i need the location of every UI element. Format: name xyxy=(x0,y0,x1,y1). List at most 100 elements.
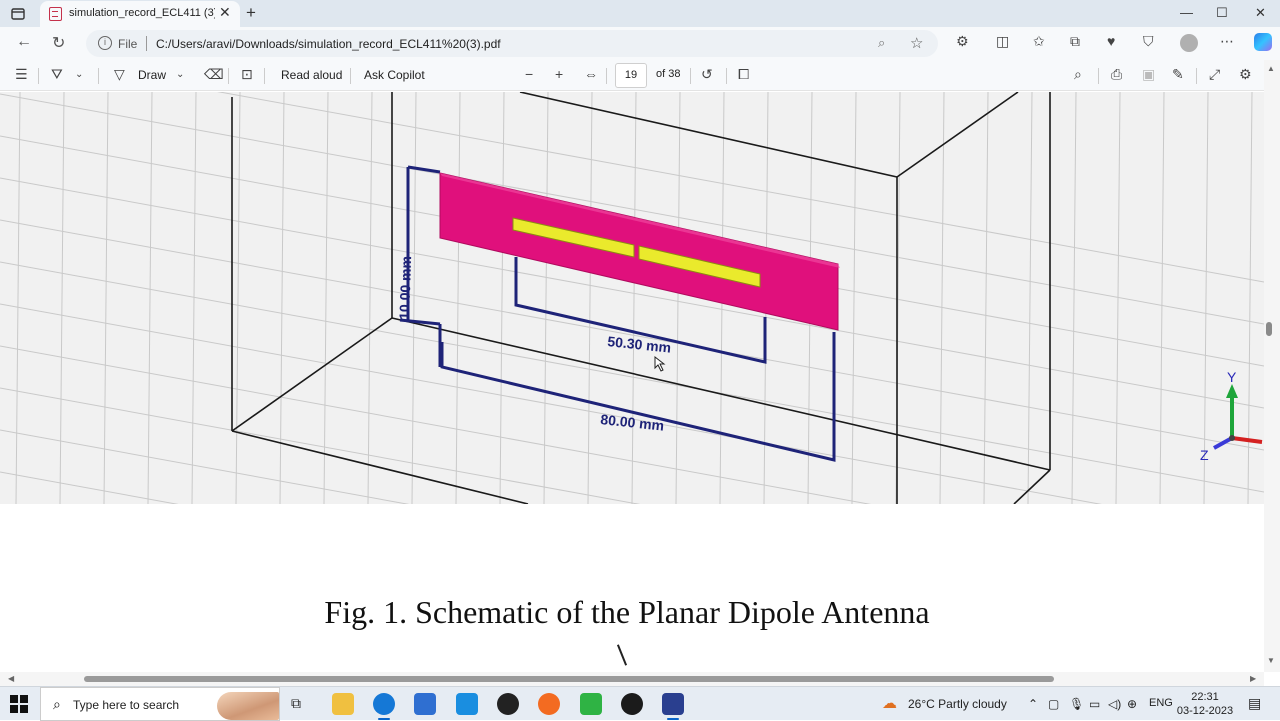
toolbar-divider xyxy=(606,68,607,84)
microsoft-store-icon[interactable] xyxy=(414,693,436,715)
media-app-icon[interactable] xyxy=(621,693,643,715)
toolbar-divider xyxy=(38,68,39,84)
address-scheme: File xyxy=(118,37,138,51)
spreadsheet-app-icon[interactable] xyxy=(580,693,602,715)
maximize-icon[interactable]: ☐ xyxy=(1216,5,1228,21)
refresh-icon[interactable]: ↻ xyxy=(52,33,65,53)
toolbar-divider xyxy=(1196,68,1197,84)
battery-icon[interactable]: ▭ xyxy=(1089,697,1100,711)
favorite-star-icon[interactable]: ☆ xyxy=(910,34,923,52)
dell-icon[interactable] xyxy=(497,693,519,715)
task-view-icon[interactable]: ⧉ xyxy=(291,695,301,712)
address-divider xyxy=(146,36,147,51)
microphone-icon[interactable]: 🎙 xyxy=(1069,697,1084,711)
rotate-icon[interactable]: ↺ xyxy=(701,66,713,83)
meet-now-icon[interactable]: ▢ xyxy=(1048,697,1059,711)
favorites-icon[interactable]: ✩ xyxy=(1033,33,1045,50)
network-icon[interactable]: ⊕ xyxy=(1127,697,1137,711)
split-screen-icon[interactable]: ◫ xyxy=(996,33,1009,50)
info-icon[interactable]: i xyxy=(98,36,112,50)
close-window-icon[interactable]: ✕ xyxy=(1255,5,1266,21)
file-explorer-icon[interactable] xyxy=(332,693,354,715)
address-url[interactable]: C:/Users/aravi/Downloads/simulation_reco… xyxy=(156,37,501,51)
search-icon[interactable]: ⌕ xyxy=(1074,66,1082,83)
more-options-icon[interactable]: ⋯ xyxy=(1220,33,1234,50)
save-icon[interactable]: ▣ xyxy=(1142,66,1155,83)
navigation-bar: ← ↻ i File C:/Users/aravi/Downloads/simu… xyxy=(0,27,1280,60)
ask-copilot-button[interactable]: Ask Copilot xyxy=(364,68,425,82)
horizontal-scroll-thumb[interactable] xyxy=(84,676,1054,682)
page-view-icon[interactable]: ⧠ xyxy=(738,66,749,83)
minimize-icon[interactable]: — xyxy=(1180,5,1193,20)
clock-time: 22:31 xyxy=(1191,691,1219,703)
tab-actions-icon[interactable] xyxy=(10,6,26,22)
toolbar-divider xyxy=(350,68,351,84)
tab-title: simulation_record_ECL411 (3).pdf xyxy=(69,7,215,19)
print-icon[interactable]: ⎙ xyxy=(1111,66,1122,83)
windows-start-icon[interactable] xyxy=(10,695,28,713)
new-tab-button[interactable]: + xyxy=(246,3,256,23)
toolbar-divider xyxy=(726,68,727,84)
page-number-input[interactable]: 19 xyxy=(615,63,647,88)
scroll-down-icon[interactable]: ▼ xyxy=(1267,656,1275,665)
read-aloud-button[interactable]: Read aloud xyxy=(281,68,342,82)
toolbar-divider xyxy=(690,68,691,84)
text-icon[interactable]: ⊡ xyxy=(241,66,253,83)
total-pages-label: of 38 xyxy=(656,68,681,80)
settings-gear-icon[interactable]: ⚙ xyxy=(1239,66,1252,83)
pdf-page: 10.00 mm 50.30 mm 80.00 mm Y Z Fig. 1. S… xyxy=(0,92,1264,672)
toolbar-divider xyxy=(264,68,265,84)
fullscreen-icon[interactable]: ⤢ xyxy=(1209,66,1220,83)
draw-icon[interactable]: ▽ xyxy=(114,66,125,83)
highlight-icon[interactable]: ⛛ xyxy=(51,66,63,83)
browser-tab[interactable]: simulation_record_ECL411 (3).pdf ✕ xyxy=(40,1,240,27)
save-as-icon[interactable]: ✎ xyxy=(1172,66,1184,83)
windows-taskbar: ⌕ Type here to search ⧉ ☁ 26°C Partly cl… xyxy=(0,686,1280,721)
show-hidden-icons[interactable]: ⌃ xyxy=(1028,697,1038,711)
language-indicator[interactable]: ENG xyxy=(1149,697,1173,709)
draw-button[interactable]: Draw xyxy=(138,68,166,82)
firefox-icon[interactable] xyxy=(538,693,560,715)
dim-height-label: 10.00 mm xyxy=(396,256,414,320)
toolbar-divider xyxy=(98,68,99,84)
weather-text[interactable]: 26°C Partly cloudy xyxy=(908,697,1007,711)
address-bar[interactable]: i File C:/Users/aravi/Downloads/simulati… xyxy=(86,30,938,57)
pdf-file-icon xyxy=(49,7,62,21)
notifications-icon[interactable]: ▤ xyxy=(1248,695,1261,712)
axis-z-label: Z xyxy=(1200,447,1209,463)
chevron-down-icon[interactable]: ⌄ xyxy=(176,69,184,80)
search-placeholder: Type here to search xyxy=(73,698,180,712)
zoom-icon[interactable]: ⌕ xyxy=(878,35,885,51)
browser-essentials-icon[interactable]: ⛉ xyxy=(1143,33,1154,50)
zoom-out-icon[interactable]: − xyxy=(525,66,533,82)
axis-y-label: Y xyxy=(1227,369,1237,385)
close-tab-icon[interactable]: ✕ xyxy=(219,4,231,21)
chevron-down-icon[interactable]: ⌄ xyxy=(75,69,83,80)
search-highlight-image xyxy=(217,692,279,720)
zoom-in-icon[interactable]: + xyxy=(555,66,563,82)
weather-icon[interactable]: ☁ xyxy=(882,694,897,712)
vertical-scroll-thumb[interactable] xyxy=(1266,322,1272,336)
performance-icon[interactable]: ♥ xyxy=(1107,33,1115,49)
profile-avatar[interactable] xyxy=(1180,34,1198,52)
edge-browser-icon[interactable] xyxy=(373,693,395,720)
extensions-icon[interactable]: ⚙ xyxy=(956,33,969,50)
scroll-right-icon[interactable]: ▶ xyxy=(1250,674,1256,683)
search-icon: ⌕ xyxy=(53,696,61,712)
scroll-left-icon[interactable]: ◀ xyxy=(8,674,14,683)
taskbar-search[interactable]: ⌕ Type here to search xyxy=(40,687,280,721)
mail-icon[interactable] xyxy=(456,693,478,715)
table-of-contents-icon[interactable]: ☰ xyxy=(15,66,28,83)
eraser-icon[interactable]: ⌫ xyxy=(204,66,224,83)
collections-icon[interactable]: ⧉ xyxy=(1070,33,1080,50)
scroll-up-icon[interactable]: ▲ xyxy=(1267,64,1275,73)
cst-studio-icon[interactable] xyxy=(662,693,684,720)
antenna-schematic-figure: 10.00 mm 50.30 mm 80.00 mm Y Z xyxy=(0,92,1264,504)
copilot-icon[interactable] xyxy=(1254,33,1272,51)
vertical-scrollbar[interactable] xyxy=(1264,60,1280,672)
volume-icon[interactable]: ◁) xyxy=(1108,697,1121,711)
toolbar-divider xyxy=(228,68,229,84)
clock[interactable]: 22:31 03-12-2023 xyxy=(1176,690,1234,718)
back-icon[interactable]: ← xyxy=(16,33,32,51)
fit-page-icon[interactable]: ⇔ xyxy=(584,66,598,82)
